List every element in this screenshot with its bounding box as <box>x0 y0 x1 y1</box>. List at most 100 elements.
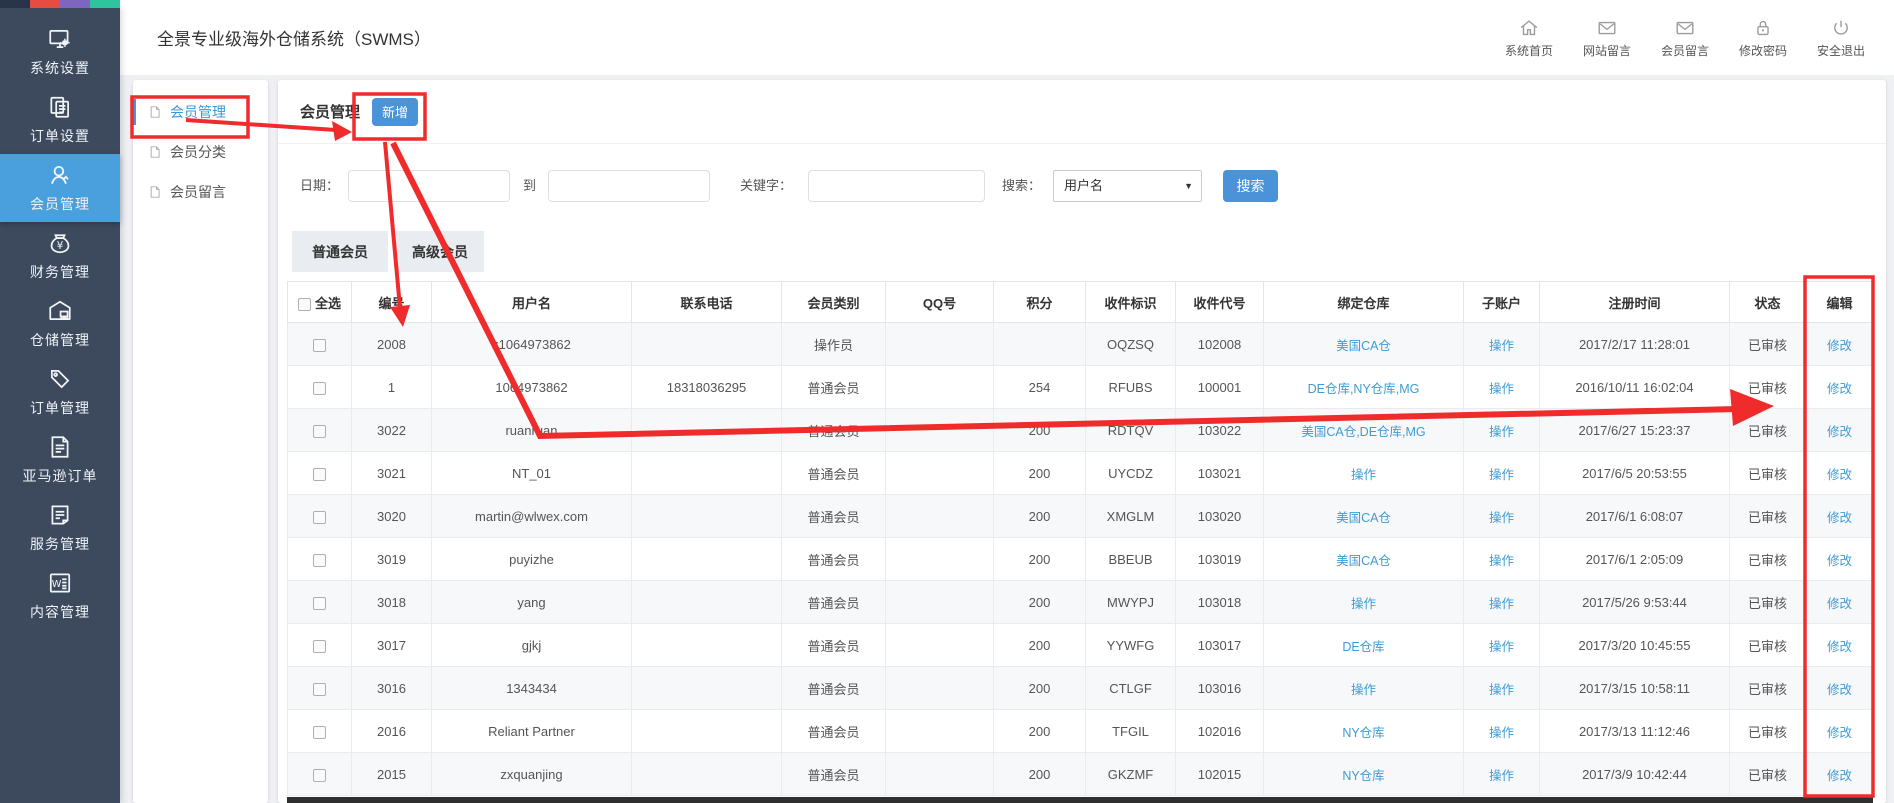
edit-link[interactable]: 修改 <box>1827 554 1852 568</box>
subaccount-operate-link[interactable]: 操作 <box>1489 769 1514 783</box>
warehouse-link[interactable]: DE仓库,NY仓库,MG <box>1308 382 1420 396</box>
edit-link[interactable]: 修改 <box>1827 683 1852 697</box>
sidebar-item-label: 财务管理 <box>30 262 90 282</box>
search-type-value: 用户名 <box>1064 178 1103 193</box>
cell-recv-code: 102015 <box>1176 753 1264 796</box>
cell-phone <box>632 624 782 667</box>
subaccount-operate-link[interactable]: 操作 <box>1489 468 1514 482</box>
sidebar-item[interactable]: 财务管理 <box>0 222 120 290</box>
cell-recv-code: 102016 <box>1176 710 1264 753</box>
edit-link[interactable]: 修改 <box>1827 597 1852 611</box>
cell-qq <box>886 409 994 452</box>
select-all-checkbox[interactable] <box>298 298 311 311</box>
edit-link[interactable]: 修改 <box>1827 382 1852 396</box>
add-member-button[interactable]: 新增 <box>372 98 418 126</box>
date-from-input[interactable] <box>348 170 510 202</box>
row-checkbox[interactable] <box>313 597 326 610</box>
edit-link[interactable]: 修改 <box>1827 640 1852 654</box>
edit-link[interactable]: 修改 <box>1827 511 1852 525</box>
header-phone: 联系电话 <box>632 282 782 323</box>
sidebar-item[interactable]: 仓储管理 <box>0 290 120 358</box>
topbar-action[interactable]: 网站留言 <box>1576 17 1638 59</box>
row-checkbox[interactable] <box>313 683 326 696</box>
edit-link[interactable]: 修改 <box>1827 425 1852 439</box>
warehouse-link[interactable]: 操作 <box>1351 683 1376 697</box>
cell-recv-code: 103019 <box>1176 538 1264 581</box>
sidebar-item[interactable]: 服务管理 <box>0 494 120 562</box>
edit-link[interactable]: 修改 <box>1827 769 1852 783</box>
sidebar-item-icon <box>47 434 73 460</box>
submenu-item[interactable]: 会员管理 <box>133 92 268 132</box>
subaccount-operate-link[interactable]: 操作 <box>1489 425 1514 439</box>
topbar-action[interactable]: 系统首页 <box>1498 17 1560 59</box>
warehouse-link[interactable]: 美国CA仓 <box>1336 339 1391 353</box>
sidebar-item-label: 会员管理 <box>30 194 90 214</box>
edit-link[interactable]: 修改 <box>1827 726 1852 740</box>
edit-link[interactable]: 修改 <box>1827 468 1852 482</box>
sidebar-item[interactable]: 会员管理 <box>0 154 120 222</box>
cell-qq <box>886 624 994 667</box>
warehouse-link[interactable]: 操作 <box>1351 597 1376 611</box>
row-checkbox[interactable] <box>313 339 326 352</box>
sidebar-item[interactable]: 亚马逊订单 <box>0 426 120 494</box>
warehouse-link[interactable]: NY仓库 <box>1342 769 1384 783</box>
subaccount-operate-link[interactable]: 操作 <box>1489 511 1514 525</box>
cell-reg-time: 2017/3/20 10:45:55 <box>1540 624 1730 667</box>
search-type-select[interactable]: 用户名 ▼ <box>1053 170 1202 202</box>
row-checkbox[interactable] <box>313 425 326 438</box>
search-button[interactable]: 搜索 <box>1223 170 1278 202</box>
date-to-input[interactable] <box>548 170 710 202</box>
cell-member-type: 普通会员 <box>782 710 886 753</box>
cell-status: 已审核 <box>1730 452 1806 495</box>
tab-premium-member[interactable]: 高级会员 <box>396 231 484 272</box>
warehouse-link[interactable]: 美国CA仓 <box>1336 554 1391 568</box>
row-checkbox[interactable] <box>313 769 326 782</box>
sidebar-item[interactable]: 订单设置 <box>0 86 120 154</box>
subaccount-operate-link[interactable]: 操作 <box>1489 726 1514 740</box>
subaccount-operate-link[interactable]: 操作 <box>1489 339 1514 353</box>
subaccount-operate-link[interactable]: 操作 <box>1489 640 1514 654</box>
cell-username: z1064973862 <box>432 323 632 366</box>
row-checkbox[interactable] <box>313 640 326 653</box>
sidebar-item[interactable]: 系统设置 <box>0 18 120 86</box>
cell-recv-tag: GKZMF <box>1086 753 1176 796</box>
sidebar-item-label: 系统设置 <box>30 58 90 78</box>
cell-points: 200 <box>994 710 1086 753</box>
cell-status: 已审核 <box>1730 753 1806 796</box>
cell-reg-time: 2017/5/26 9:53:44 <box>1540 581 1730 624</box>
row-checkbox[interactable] <box>313 511 326 524</box>
warehouse-link[interactable]: 操作 <box>1351 468 1376 482</box>
topbar-action[interactable]: 会员留言 <box>1654 17 1716 59</box>
cell-username: ruanruan <box>432 409 632 452</box>
row-checkbox[interactable] <box>313 726 326 739</box>
row-checkbox[interactable] <box>313 554 326 567</box>
sidebar-item-label: 订单设置 <box>30 126 90 146</box>
warehouse-link[interactable]: DE仓库 <box>1342 640 1384 654</box>
row-checkbox[interactable] <box>313 468 326 481</box>
cell-status: 已审核 <box>1730 409 1806 452</box>
submenu-item[interactable]: 会员分类 <box>133 132 268 172</box>
keyword-input[interactable] <box>808 170 985 202</box>
warehouse-link[interactable]: 美国CA仓 <box>1336 511 1391 525</box>
page-icon <box>148 185 162 199</box>
edit-link[interactable]: 修改 <box>1827 339 1852 353</box>
topbar-action-label: 会员留言 <box>1661 42 1709 59</box>
keyword-label: 关键字： <box>740 170 792 202</box>
sidebar-item[interactable]: 订单管理 <box>0 358 120 426</box>
row-checkbox[interactable] <box>313 382 326 395</box>
subaccount-operate-link[interactable]: 操作 <box>1489 683 1514 697</box>
submenu-item[interactable]: 会员留言 <box>133 172 268 212</box>
cell-id: 3020 <box>352 495 432 538</box>
table-row: 3019 puyizhe 普通会员 200 BBEUB 103019 美国CA仓… <box>288 538 1874 581</box>
sidebar-item[interactable]: 内容管理 <box>0 562 120 630</box>
warehouse-link[interactable]: 美国CA仓,DE仓库,MG <box>1301 425 1425 439</box>
topbar-action[interactable]: 修改密码 <box>1732 17 1794 59</box>
cell-id: 1 <box>352 366 432 409</box>
topbar-action[interactable]: 安全退出 <box>1810 17 1872 59</box>
subaccount-operate-link[interactable]: 操作 <box>1489 597 1514 611</box>
tab-normal-member[interactable]: 普通会员 <box>292 231 388 272</box>
table-row: 3018 yang 普通会员 200 MWYPJ 103018 操作 操作 20… <box>288 581 1874 624</box>
subaccount-operate-link[interactable]: 操作 <box>1489 554 1514 568</box>
warehouse-link[interactable]: NY仓库 <box>1342 726 1384 740</box>
subaccount-operate-link[interactable]: 操作 <box>1489 382 1514 396</box>
